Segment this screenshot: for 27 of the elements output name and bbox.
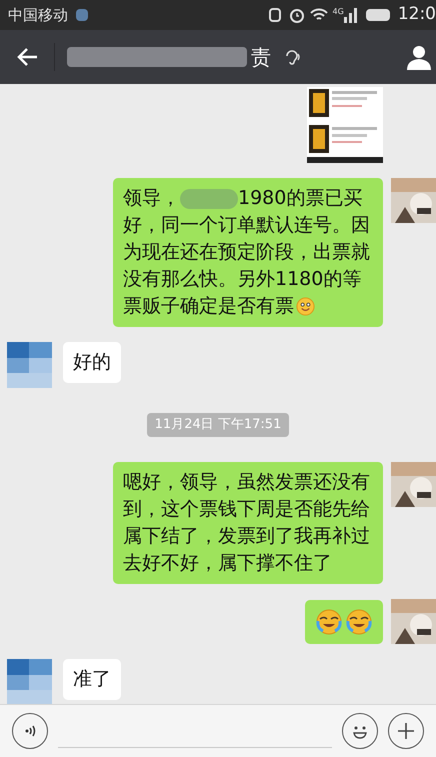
person-icon[interactable] <box>406 44 432 70</box>
crying-face-icon <box>345 608 373 636</box>
message-text: 领导， 1980的票已买好，同一个订单默认连号。因为现在还在预定阶段，出票就没有那么快。另外1180的等票贩子确定是否有票 <box>123 186 371 319</box>
redaction-blur <box>180 188 238 209</box>
carrier-name: 中国移动 <box>8 4 68 26</box>
battery-icon <box>366 9 390 21</box>
voice-button[interactable] <box>12 713 48 749</box>
plus-icon <box>396 721 416 741</box>
add-button[interactable] <box>388 713 424 749</box>
chat-title: 责 <box>251 44 271 71</box>
avatar <box>7 658 52 704</box>
message-text: 好的 <box>73 350 111 375</box>
notification-icon <box>76 9 88 21</box>
emoji-button[interactable] <box>342 713 378 749</box>
message-text: 准了 <box>73 666 111 692</box>
smiley-icon <box>296 297 315 316</box>
back-icon[interactable] <box>16 47 38 67</box>
message-text: 嗯好，领导，虽然发票还没有到，这个票钱下周是否能先给属下结了，发票到了我再补过去好不好，属下撑不住了 <box>123 470 371 576</box>
timestamp: 11月24日 下午17:51 <box>146 413 290 436</box>
crying-face-icon <box>315 608 343 636</box>
network-type: 4G <box>332 6 344 18</box>
vibrate-icon <box>268 8 281 22</box>
ear-icon <box>283 48 301 66</box>
avatar <box>7 342 52 388</box>
alarm-icon <box>288 7 305 23</box>
clock: 12:0 <box>398 3 436 26</box>
signal-icon <box>344 7 358 23</box>
